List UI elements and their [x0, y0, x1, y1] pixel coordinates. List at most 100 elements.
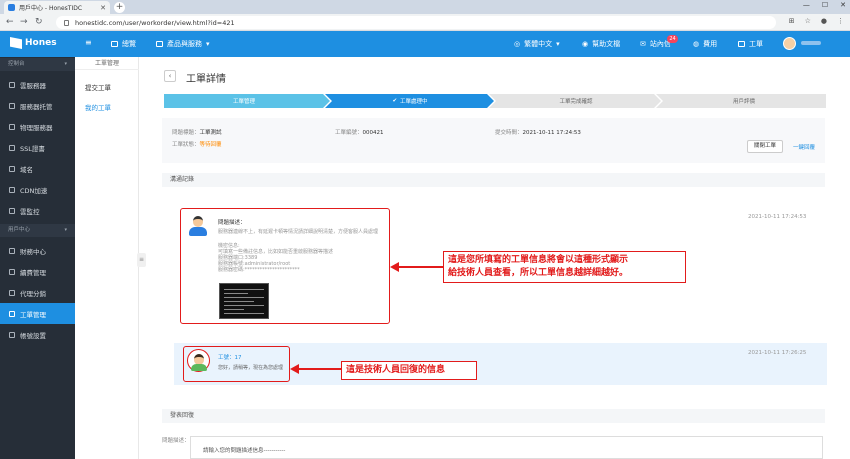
meta-label: 提交時間：: [495, 130, 523, 136]
url-field[interactable]: honestidc.com/user/workorder/view.html?i…: [56, 16, 776, 29]
sidebar-item-label: SSL證書: [20, 144, 45, 153]
nav-products-label: 產品與服務: [167, 40, 202, 48]
sidebar-item-label: 域名: [20, 165, 33, 174]
star-icon[interactable]: ☆: [805, 17, 811, 25]
back-icon[interactable]: ←: [6, 17, 14, 27]
close-tab-icon[interactable]: ✕: [100, 4, 106, 12]
chevron-down-icon: ▾: [556, 40, 560, 48]
collapse-sidebar-icon[interactable]: ≡: [137, 253, 146, 267]
sidebar-item-monitor[interactable]: 雲監控: [0, 200, 75, 221]
logo[interactable]: Hones: [10, 37, 57, 49]
sidebar-group-console[interactable]: 控制台 ▾: [0, 58, 75, 71]
message-line: 服務器密碼:**********************: [218, 267, 300, 273]
sidebar-group-user-center[interactable]: 用戶中心 ▾: [0, 224, 75, 237]
sidebar-item-colocation[interactable]: 服務器托管: [0, 95, 75, 116]
browser-tab[interactable]: 用戶中心 - HonesTIDC ✕: [4, 1, 110, 14]
sub-sidebar: [75, 57, 139, 459]
sidebar-group-label: 控制台: [8, 61, 25, 67]
monitor-icon: [111, 41, 118, 47]
staff-name: 工號：17: [218, 355, 242, 361]
sidebar-item-physical-server[interactable]: 物理服務器: [0, 116, 75, 137]
translate-icon[interactable]: ⊞: [789, 17, 795, 25]
nav-ticket-label: 工單: [749, 40, 763, 48]
globe-icon: [9, 165, 15, 172]
screenshot-attachment[interactable]: [219, 283, 269, 319]
sub-item-my-tickets[interactable]: 我的工單: [85, 102, 111, 112]
message-title: 問題描述：: [218, 220, 246, 226]
callout-line: 給技術人員查看，所以工單信息越詳細越好。: [448, 268, 629, 278]
nav-inbox[interactable]: ✉ 站內信: [640, 39, 671, 49]
sidebar-item-label: 代理分銷: [20, 289, 46, 298]
sidebar-item-reseller[interactable]: 代理分銷: [0, 282, 75, 303]
close-window-icon[interactable]: ✕: [840, 1, 846, 9]
step-2-label: 工單處理中: [400, 99, 428, 105]
meta-value: 000421: [362, 130, 384, 136]
close-ticket-button[interactable]: 關閉工單: [747, 140, 783, 153]
minimize-icon[interactable]: —: [803, 1, 810, 9]
logo-icon: [10, 37, 22, 49]
window-controls: — ☐ ✕: [803, 1, 846, 9]
nav-products[interactable]: 產品與服務 ▾: [156, 39, 210, 49]
user-avatar[interactable]: [783, 37, 796, 50]
sub-sidebar-header: 工單管理: [75, 58, 139, 70]
user-icon: [9, 331, 15, 338]
user-name[interactable]: [801, 41, 821, 45]
url-text: honestidc.com/user/workorder/view.html?i…: [75, 18, 235, 27]
back-button[interactable]: ‹: [164, 70, 176, 82]
nav-help[interactable]: ◉ 幫助文檔: [582, 39, 620, 49]
sidebar-item-finance[interactable]: 財務中心: [0, 240, 75, 261]
lock-icon: [64, 19, 69, 26]
nav-billing[interactable]: ◍ 費用: [693, 39, 717, 49]
annotation-callout-user: 這是您所填寫的工單信息將會以這種形式顯示 給技術人員查看，所以工單信息越詳細越好…: [443, 251, 686, 283]
meta-label: 工單編號：: [335, 130, 363, 136]
reload-icon[interactable]: ↻: [35, 17, 43, 27]
maximize-icon[interactable]: ☐: [822, 1, 828, 9]
forward-icon[interactable]: →: [20, 17, 28, 27]
hamburger-icon[interactable]: ≡: [85, 38, 92, 47]
sidebar-item-domain[interactable]: 域名: [0, 158, 75, 179]
inbox-count-badge: 24: [667, 35, 678, 43]
staff-message-time: 2021-10-11 17:26:25: [748, 350, 807, 356]
reply-label: 問題描述：: [162, 438, 190, 444]
status-badge: 等待回覆: [199, 142, 222, 148]
nav-overview[interactable]: 總覽: [111, 39, 136, 49]
sidebar-item-cloud-server[interactable]: 雲服務器: [0, 74, 75, 95]
sub-item-submit-ticket[interactable]: 提交工單: [85, 82, 111, 92]
sidebar-item-label: 工單管理: [20, 310, 46, 319]
server-icon: [9, 123, 15, 130]
annotation-callout-staff: 這是技術人員回復的信息: [341, 361, 477, 380]
nav-ticket[interactable]: 工單: [738, 39, 763, 49]
step-3: 工單完成確認: [559, 99, 593, 105]
nav-billing-label: 費用: [703, 40, 718, 48]
browser-extensions: ⊞ ☆ ● ⋮: [789, 17, 844, 25]
profile-icon[interactable]: ●: [821, 17, 827, 25]
chevron-down-icon: ▾: [206, 40, 210, 48]
records-header: 溝通記錄: [162, 173, 825, 187]
ticket-meta-panel: [162, 118, 825, 163]
sidebar-item-label: 物理服務器: [20, 123, 53, 132]
sidebar-item-label: CDN加速: [20, 186, 48, 195]
certificate-icon: [9, 144, 15, 151]
wallet-icon: [9, 247, 15, 254]
coin-icon: ◍: [693, 40, 700, 48]
sidebar-group-label: 用戶中心: [8, 227, 31, 233]
sidebar-item-tickets[interactable]: 工單管理: [0, 303, 75, 324]
sidebar-item-ssl[interactable]: SSL證書: [0, 137, 75, 158]
sidebar-item-label: 財務中心: [20, 247, 46, 256]
sidebar-item-renewal[interactable]: 續費管理: [0, 261, 75, 282]
chevron-down-icon: ▾: [64, 227, 67, 233]
step-1: 工單管理: [232, 99, 255, 105]
server-icon: [9, 81, 15, 88]
nav-help-label: 幫助文檔: [592, 40, 621, 48]
nav-language[interactable]: ◎ 繁體中文 ▾: [514, 39, 560, 49]
reply-textarea[interactable]: 請輸入您的問題描述信息-----------: [190, 436, 823, 459]
new-tab-button[interactable]: +: [114, 2, 125, 13]
sidebar-item-account[interactable]: 帳號設置: [0, 324, 75, 345]
arrow-line: [398, 266, 444, 268]
quick-reply-link[interactable]: 一鍵回覆: [793, 143, 815, 151]
sidebar-item-cdn[interactable]: CDN加速: [0, 179, 75, 200]
chart-icon: [9, 207, 15, 214]
globe-icon: ◎: [514, 40, 521, 48]
network-icon: [9, 186, 15, 193]
menu-icon[interactable]: ⋮: [837, 17, 844, 25]
